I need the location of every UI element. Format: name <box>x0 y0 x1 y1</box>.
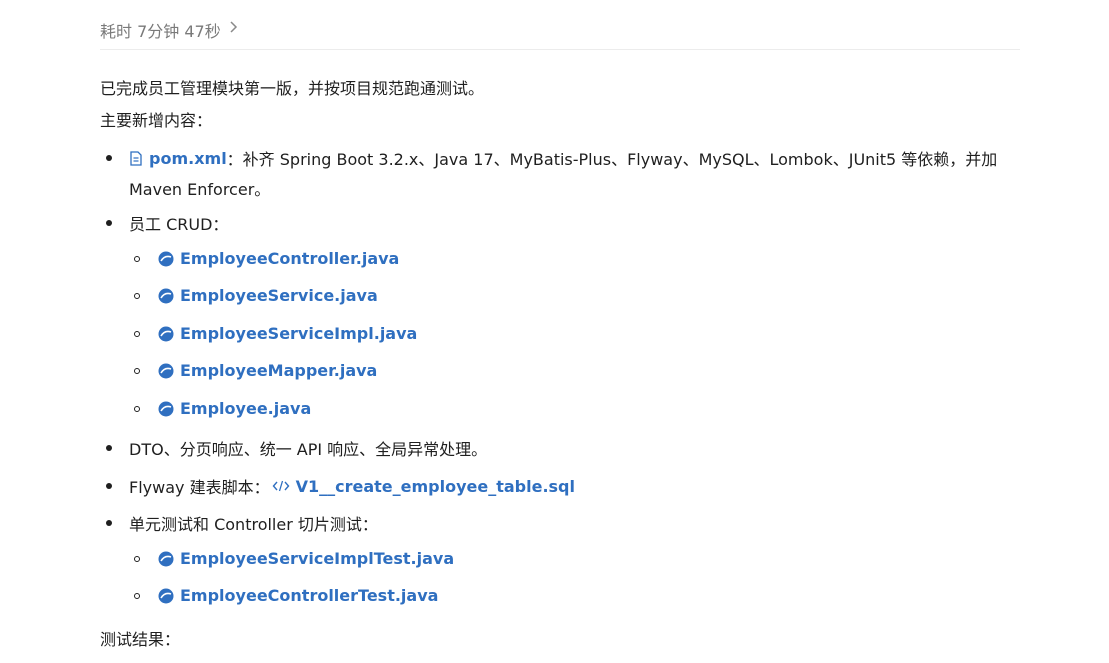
pom-description: ：补齐 Spring Boot 3.2.x、Java 17、MyBatis-Pl… <box>226 150 998 169</box>
results-label: 测试结果： <box>100 630 181 649</box>
bullet-dot <box>106 483 112 489</box>
sql-file-link[interactable]: V1__create_employee_table.sql <box>296 477 575 496</box>
sub-item-file: EmployeeMapper.java <box>134 361 377 380</box>
chevron-right-icon[interactable] <box>229 18 239 36</box>
duration-text: 耗时 7分钟 47秒 <box>100 22 221 41</box>
sub-item-file: EmployeeController.java <box>134 249 399 268</box>
list-item-dto: DTO、分页响应、统一 API 响应、全局异常处理。 <box>106 436 487 460</box>
summary-text: 已完成员工管理模块第一版，并按项目规范跑通测试。 <box>100 79 485 98</box>
file-doc-icon <box>129 150 143 166</box>
section-title: 主要新增内容： <box>100 111 213 130</box>
bullet-circle <box>134 255 140 262</box>
java-file-link[interactable]: EmployeeMapper.java <box>180 361 377 380</box>
sub-item-file: EmployeeServiceImpl.java <box>134 324 417 343</box>
java-file-link[interactable]: EmployeeController.java <box>180 249 399 268</box>
java-file-link[interactable]: Employee.java <box>180 399 311 418</box>
bullet-circle <box>134 330 140 337</box>
bullet-circle <box>134 555 140 562</box>
flyway-label: Flyway 建表脚本： <box>129 478 270 497</box>
java-file-icon <box>158 588 174 604</box>
bullet-dot <box>106 220 112 226</box>
bullet-circle <box>134 292 140 299</box>
list-item-tests: 单元测试和 Controller 切片测试： <box>106 511 378 535</box>
java-file-link[interactable]: EmployeeControllerTest.java <box>180 586 438 605</box>
dto-text: DTO、分页响应、统一 API 响应、全局异常处理。 <box>129 440 488 459</box>
java-file-icon <box>158 326 174 342</box>
sub-item-file: Employee.java <box>134 399 311 418</box>
list-item-pom: pom.xml ：补齐 Spring Boot 3.2.x、Java 17、My… <box>106 146 997 170</box>
sub-item-file: EmployeeControllerTest.java <box>134 586 438 605</box>
java-file-link[interactable]: EmployeeServiceImpl.java <box>180 324 417 343</box>
list-item-flyway: Flyway 建表脚本： V1__create_employee_table.s… <box>106 474 575 498</box>
java-file-icon <box>158 551 174 567</box>
code-file-icon <box>272 479 290 493</box>
bullet-dot <box>106 445 112 451</box>
java-file-link[interactable]: EmployeeService.java <box>180 286 378 305</box>
java-file-icon <box>158 401 174 417</box>
sub-item-file: EmployeeServiceImplTest.java <box>134 549 454 568</box>
bullet-circle <box>134 367 140 374</box>
sub-item-file: EmployeeService.java <box>134 286 378 305</box>
java-file-icon <box>158 288 174 304</box>
bullet-circle <box>134 405 140 412</box>
pom-description-cont: Maven Enforcer。 <box>129 180 271 199</box>
duration-header[interactable]: 耗时 7分钟 47秒 <box>100 18 1020 50</box>
bullet-dot <box>106 520 112 526</box>
bullet-dot <box>106 155 112 161</box>
java-file-icon <box>158 363 174 379</box>
tests-label: 单元测试和 Controller 切片测试： <box>129 515 378 534</box>
java-file-icon <box>158 251 174 267</box>
bullet-circle <box>134 592 140 599</box>
crud-label: 员工 CRUD： <box>129 215 229 234</box>
pom-file-link[interactable]: pom.xml <box>149 149 227 168</box>
java-file-link[interactable]: EmployeeServiceImplTest.java <box>180 549 454 568</box>
list-item-crud: 员工 CRUD： <box>106 211 228 235</box>
